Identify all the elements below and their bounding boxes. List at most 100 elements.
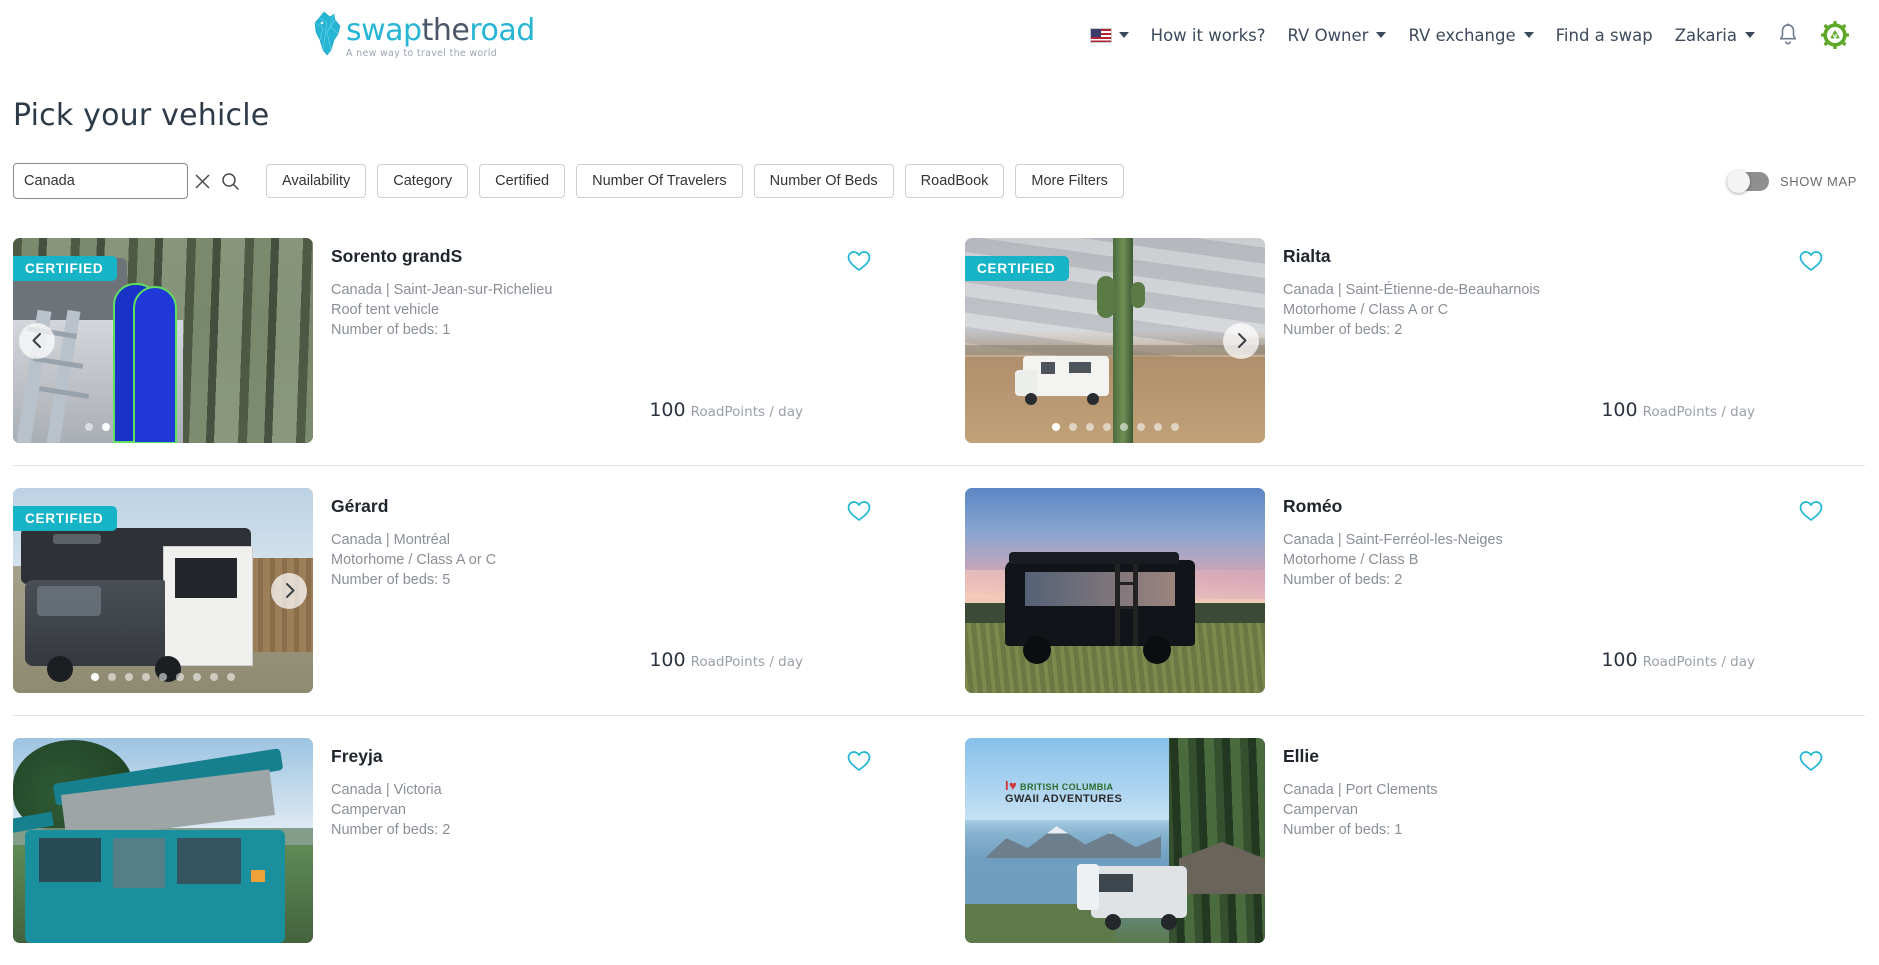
filter-more-filters[interactable]: More Filters	[1015, 164, 1124, 198]
vehicle-photo[interactable]	[13, 738, 313, 943]
search-box[interactable]	[13, 163, 188, 199]
carousel-dot[interactable]	[159, 673, 167, 681]
carousel-dot[interactable]	[125, 673, 133, 681]
chevron-right-icon	[285, 583, 294, 598]
vehicle-beds: Number of beds: 2	[331, 822, 451, 838]
nav-label: RV exchange	[1408, 25, 1516, 45]
chevron-right-icon	[1237, 333, 1246, 348]
vehicle-photo[interactable]: CERTIFIED	[965, 238, 1265, 443]
carousel-dot[interactable]	[176, 673, 184, 681]
filter-number-of-beds[interactable]: Number Of Beds	[753, 164, 894, 198]
vehicle-location: Canada | Saint-Jean-sur-Richelieu	[331, 282, 553, 298]
vehicle-photo[interactable]: CERTIFIED	[13, 238, 313, 443]
carousel-prev-button[interactable]	[19, 322, 55, 359]
certified-badge: CERTIFIED	[965, 256, 1070, 281]
carousel-dot[interactable]	[1119, 423, 1128, 431]
nav-item-rv-owner[interactable]: RV Owner	[1287, 26, 1387, 45]
favorite-heart-icon	[847, 251, 871, 271]
site-header: swaptheroad A new way to travel the worl…	[0, 0, 1879, 70]
price-block: 100 RoadPoints / day	[649, 649, 803, 671]
nav-item-find-a-swap[interactable]: Find a swap	[1556, 26, 1653, 45]
favorite-button[interactable]	[847, 250, 871, 277]
price-amount: 100	[649, 649, 686, 671]
vehicle-card[interactable]: CERTIFIED Gérard Canada | Montréal Motor…	[13, 466, 939, 715]
filter-chip-group: Availability Category Certified Number O…	[266, 164, 1124, 198]
carousel-dot[interactable]	[1085, 423, 1094, 431]
close-icon	[194, 173, 210, 189]
favorite-button[interactable]	[1799, 750, 1823, 777]
vehicle-info: Gérard Canada | Montréal Motorhome / Cla…	[313, 488, 913, 693]
vehicle-photo[interactable]: I♥ BRITISH COLUMBIA GWAII ADVENTURES	[965, 738, 1265, 943]
vehicle-photo[interactable]	[965, 488, 1265, 693]
carousel-next-button[interactable]	[1223, 322, 1259, 359]
carousel-dot[interactable]	[227, 673, 235, 681]
chevron-down-icon	[1118, 32, 1129, 38]
filter-number-of-travelers[interactable]: Number Of Travelers	[576, 164, 743, 198]
vehicle-card[interactable]: Roméo Canada | Saint-Ferréol-les-Neiges …	[939, 466, 1865, 715]
search-input[interactable]	[24, 173, 177, 189]
favorite-button[interactable]	[847, 750, 871, 777]
carousel-dot[interactable]	[102, 423, 110, 431]
carousel-dot[interactable]	[1051, 423, 1060, 431]
vehicle-card-cell: Freyja Canada | Victoria Campervan Numbe…	[13, 715, 939, 965]
carousel-dot[interactable]	[142, 673, 150, 681]
carousel-dot[interactable]	[1102, 423, 1111, 431]
vehicle-location: Canada | Saint-Ferréol-les-Neiges	[1283, 532, 1503, 548]
favorite-button[interactable]	[1799, 250, 1823, 277]
carousel-dot[interactable]	[108, 673, 116, 681]
search-submit-button[interactable]	[216, 163, 244, 199]
carousel-dot[interactable]	[193, 673, 201, 681]
nav-label: Find a swap	[1555, 25, 1653, 45]
price-block: 100 RoadPoints / day	[1601, 649, 1755, 671]
price-unit: RoadPoints / day	[1642, 654, 1755, 670]
price-amount: 100	[649, 399, 686, 421]
vehicle-results-grid: CERTIFIED Sorento grandS Canada | Saint-…	[13, 238, 1866, 965]
filter-category[interactable]: Category	[377, 164, 469, 198]
language-selector[interactable]	[1089, 27, 1129, 43]
vehicle-card-cell: CERTIFIED Sorento grandS Canada | Saint-…	[13, 238, 939, 465]
green-gear-recycle-icon[interactable]	[1821, 21, 1849, 49]
favorite-heart-icon	[1799, 501, 1823, 521]
show-map-toggle[interactable]	[1726, 170, 1769, 193]
vehicle-card[interactable]: I♥ BRITISH COLUMBIA GWAII ADVENTURES Ell…	[939, 716, 1865, 965]
vehicle-info: Roméo Canada | Saint-Ferréol-les-Neiges …	[1265, 488, 1865, 693]
favorite-button[interactable]	[1799, 500, 1823, 527]
vehicle-location: Canada | Port Clements	[1283, 782, 1438, 798]
filter-certified[interactable]: Certified	[479, 164, 566, 198]
clear-search-button[interactable]	[188, 163, 216, 199]
vehicle-beds: Number of beds: 1	[1283, 822, 1403, 838]
main-navigation: How it works? RV Owner RV exchange Find …	[1089, 0, 1849, 70]
vehicle-location: Canada | Montréal	[331, 532, 451, 548]
carousel-dot[interactable]	[1170, 423, 1179, 431]
chevron-down-icon	[1523, 32, 1534, 38]
filter-roadbook[interactable]: RoadBook	[904, 164, 1005, 198]
nav-item-how-it-works[interactable]: How it works?	[1151, 26, 1266, 45]
logo-tagline: A new way to travel the world	[346, 48, 498, 59]
vehicle-photo[interactable]: CERTIFIED	[13, 488, 313, 693]
carousel-dot[interactable]	[1153, 423, 1162, 431]
carousel-dot[interactable]	[1136, 423, 1145, 431]
vehicle-beds: Number of beds: 2	[1283, 322, 1403, 338]
carousel-dot[interactable]	[210, 673, 218, 681]
carousel-next-button[interactable]	[271, 572, 307, 609]
vehicle-card[interactable]: CERTIFIED Sorento grandS Canada | Saint-…	[13, 238, 939, 465]
vehicle-card[interactable]: CERTIFIED Rialta Canada | Saint-Étienne-…	[939, 238, 1865, 465]
vehicle-card-cell: Roméo Canada | Saint-Ferréol-les-Neiges …	[939, 465, 1865, 715]
price-unit: RoadPoints / day	[1642, 404, 1755, 420]
nav-item-rv-exchange[interactable]: RV exchange	[1408, 25, 1534, 45]
nav-item-user-menu[interactable]: Zakaria	[1675, 26, 1755, 45]
photo-overlay-text: I♥ BRITISH COLUMBIA GWAII ADVENTURES	[1005, 778, 1123, 805]
bell-icon[interactable]	[1777, 23, 1799, 47]
site-logo[interactable]: swaptheroad A new way to travel the worl…	[310, 10, 535, 59]
carousel-dot[interactable]	[91, 673, 99, 681]
carousel-dot[interactable]	[1068, 423, 1077, 431]
price-unit: RoadPoints / day	[690, 404, 803, 420]
price-amount: 100	[1601, 399, 1638, 421]
favorite-heart-icon	[847, 751, 871, 771]
carousel-dot[interactable]	[85, 423, 93, 431]
favorite-button[interactable]	[847, 500, 871, 527]
vehicle-card[interactable]: Freyja Canada | Victoria Campervan Numbe…	[13, 716, 939, 965]
favorite-heart-icon	[847, 501, 871, 521]
filter-availability[interactable]: Availability	[266, 164, 367, 198]
chevron-down-icon	[1745, 32, 1755, 38]
